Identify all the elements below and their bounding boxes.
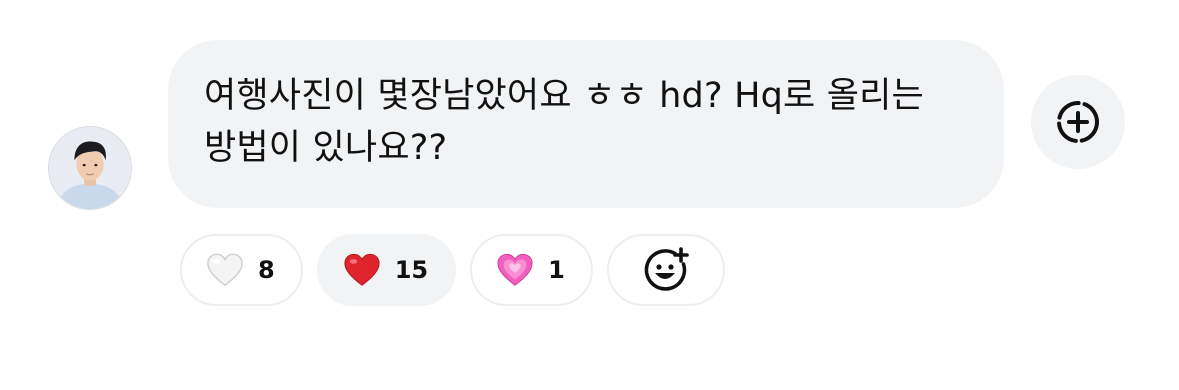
reaction-bar: 8 15 1 [180,234,725,306]
reaction-growing-heart[interactable]: 1 [470,234,593,306]
reaction-count: 1 [548,256,565,284]
reaction-count: 15 [394,256,429,284]
comment-text: 여행사진이 몇장남았어요 ㅎㅎ hd? Hq로 올리는 방법이 있나요?? [204,76,924,168]
add-reaction-button[interactable] [1031,75,1125,169]
comment-bubble[interactable]: 여행사진이 몇장남았어요 ㅎㅎ hd? Hq로 올리는 방법이 있나요?? [168,40,1004,208]
dashed-circle-plus-icon [1057,101,1099,143]
add-emoji-button[interactable] [606,234,725,306]
growing-heart-icon [497,253,533,286]
avatar-photo [49,127,131,209]
reaction-white-heart[interactable]: 8 [180,234,303,306]
red-heart-icon [344,253,380,286]
reaction-count: 8 [258,256,275,284]
white-heart-icon [207,253,243,287]
avatar[interactable] [48,126,132,210]
smiley-plus-icon [644,247,689,291]
reaction-red-heart[interactable]: 15 [316,234,457,306]
